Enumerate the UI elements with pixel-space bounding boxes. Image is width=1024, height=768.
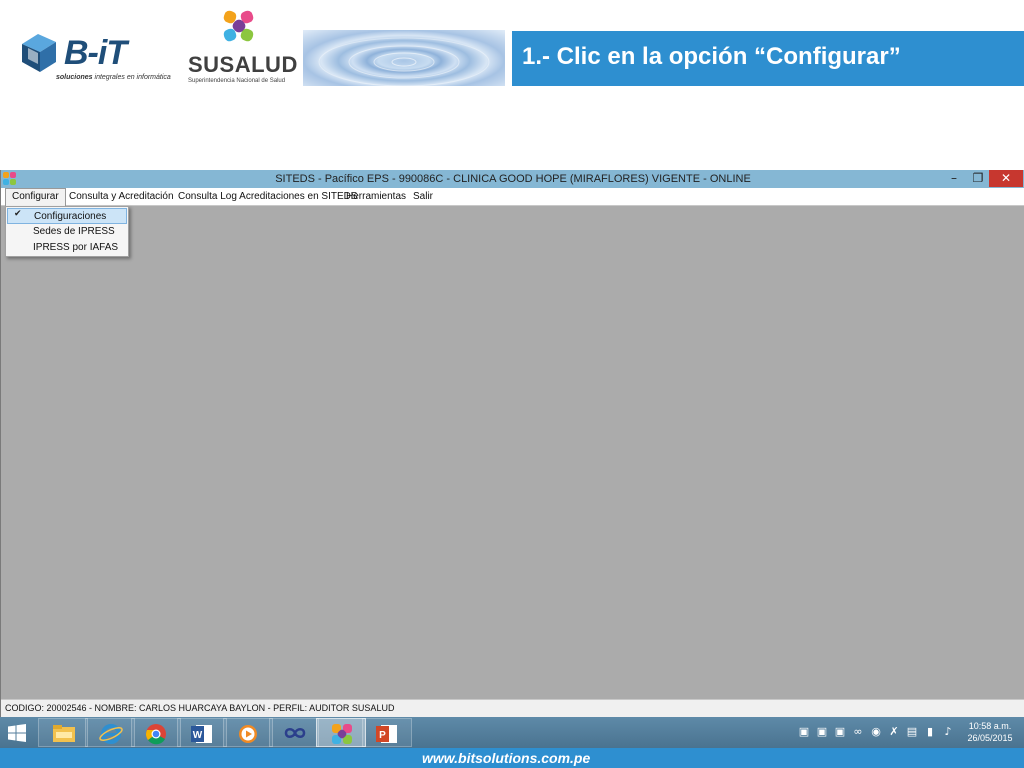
tray-chrome-icon[interactable]: ◉ [870,725,882,739]
svg-text:W: W [193,730,203,741]
window-title: SITEDS - Pacífico EPS - 990086C - CLINIC… [275,173,751,185]
menu-item-label: Sedes de IPRESS [33,226,115,237]
bit-logo-text: B-iT [64,34,127,72]
tray-device-icon[interactable]: ▤ [906,725,918,739]
tray-app-icon[interactable]: ▣ [834,725,846,739]
taskbar-internet-explorer[interactable] [85,718,135,747]
susalud-logo: SUSALUD Superintendencia Nacional de Sal… [180,8,298,88]
menu-salir[interactable]: Salir [407,188,439,206]
siteds-window: SITEDS - Pacífico EPS - 990086C - CLINIC… [0,170,1024,717]
menu-configurar[interactable]: Configurar [5,188,66,206]
tray-app-icon[interactable]: ▣ [798,725,810,739]
taskbar: W P ▣ ▣ ▣ ∞ ◉ ✗ ▤ ▮ ♪ 10:58 a.m. 26/05/2… [0,717,1024,748]
close-button[interactable]: ✕ [989,170,1023,187]
check-icon: ✔ [14,209,22,219]
bit-cube-icon [22,34,56,72]
susalud-logo-tagline: Superintendencia Nacional de Salud [188,78,286,84]
taskbar-infinity-app[interactable] [269,718,319,747]
minimize-button[interactable]: – [941,170,967,187]
taskbar-chrome[interactable] [131,718,181,747]
taskbar-file-explorer[interactable] [38,718,88,747]
bit-logo: B-iT soluciones integrales en informátic… [14,26,171,86]
menu-item-label: Configuraciones [34,211,107,222]
infinity-app-icon [284,728,306,738]
footer-url: www.bitsolutions.com.pe [422,750,591,766]
susalud-logo-text: SUSALUD [188,52,298,77]
taskbar-media-player[interactable] [223,718,273,747]
network-signal-icon[interactable]: ▮ [924,725,936,739]
siteds-app-icon [332,724,352,744]
menu-item-ipress-iafas[interactable]: IPRESS por IAFAS [7,240,127,256]
footer-banner: www.bitsolutions.com.pe [0,748,1024,768]
slide-title-banner: 1.- Clic en la opción “Configurar” [512,31,1024,86]
menubar: Configurar Consulta y Acreditación Consu… [1,188,1024,206]
taskbar-word[interactable]: W [177,718,227,747]
clock-date: 26/05/2015 [967,733,1013,743]
susalud-flower-icon [223,10,254,42]
configurar-dropdown: ✔ Configuraciones Sedes de IPRESS IPRESS… [5,206,129,257]
menu-herramientas[interactable]: Herramientas [340,188,412,206]
menu-item-sedes-ipress[interactable]: Sedes de IPRESS [7,224,127,240]
system-tray: ▣ ▣ ▣ ∞ ◉ ✗ ▤ ▮ ♪ [796,725,956,741]
window-titlebar[interactable]: SITEDS - Pacífico EPS - 990086C - CLINIC… [1,170,1024,188]
menu-item-configuraciones[interactable]: ✔ Configuraciones [7,208,127,224]
menu-consulta-log[interactable]: Consulta Log Acreditaciones en SITEDS [172,188,364,206]
tray-alert-icon[interactable]: ✗ [888,725,900,739]
taskbar-powerpoint[interactable]: P [362,718,412,747]
menu-item-label: IPRESS por IAFAS [33,242,119,253]
clock-time: 10:58 a.m. [968,721,1012,731]
menu-consulta-acreditacion[interactable]: Consulta y Acreditación [63,188,180,206]
tray-app-icon[interactable]: ▣ [816,725,828,739]
restore-button[interactable]: ❐ [967,170,989,187]
status-bar: CODIGO: 20002546 - NOMBRE: CARLOS HUARCA… [1,699,1024,717]
water-ripple-image [303,30,505,86]
slide: B-iT soluciones integrales en informátic… [0,0,1024,768]
taskbar-siteds[interactable] [316,718,366,747]
svg-text:P: P [379,730,386,741]
volume-icon[interactable]: ♪ [942,725,954,739]
status-text: CODIGO: 20002546 - NOMBRE: CARLOS HUARCA… [5,703,395,713]
bit-logo-tagline: soluciones integrales en informática [56,74,171,81]
windows-start-icon[interactable] [8,724,26,742]
slide-title: 1.- Clic en la opción “Configurar” [522,43,901,70]
powerpoint-icon: P [376,725,397,743]
media-player-icon [239,725,257,743]
tray-link-icon[interactable]: ∞ [852,725,864,739]
chrome-icon [146,724,166,745]
taskbar-clock[interactable]: 10:58 a.m. 26/05/2015 [960,720,1020,744]
internet-explorer-icon [99,724,123,744]
word-icon: W [191,725,212,743]
file-explorer-icon [53,725,75,742]
